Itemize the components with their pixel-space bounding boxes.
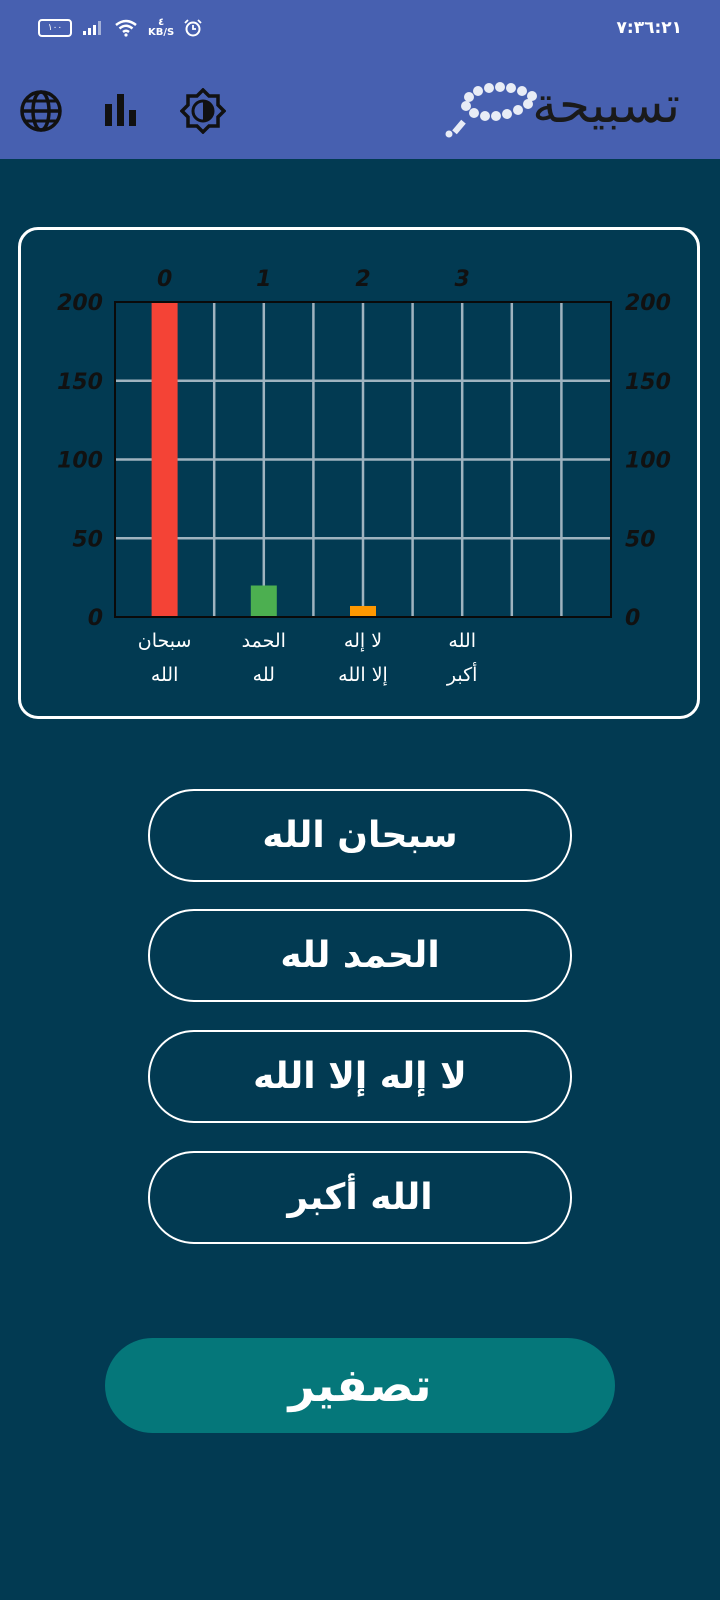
subhanallah-button[interactable]: سبحان الله [148,789,572,882]
x-top-tick-label: 1 [256,267,271,292]
wifi-icon [115,19,137,37]
brightness-icon[interactable] [180,88,226,134]
x-category-label: أكبر [446,662,478,686]
x-category-label: الحمد [242,630,286,652]
x-top-tick-label: 2 [355,267,370,292]
reset-button[interactable]: تصفير [105,1338,615,1433]
app-bar: تسبيحة [0,62,720,159]
x-top-tick-label: 0 [157,267,172,292]
bar-chart-icon[interactable] [100,88,146,134]
y-tick-label-left: 100 [57,449,103,474]
app-title: تسبيحة [532,76,680,134]
x-top-tick-label: 3 [455,267,470,292]
prayer-beads-icon [445,82,537,138]
x-category-label: الله [151,664,179,686]
battery-level: ١٠٠ [47,23,63,33]
x-category-label: إلا الله [338,664,388,687]
y-tick-label-left: 150 [57,370,103,395]
bar-3 [350,605,376,617]
network-speed-unit: KB/S [148,27,175,38]
bar-2 [250,585,277,617]
y-tick-label-right: 50 [625,527,656,552]
status-icons: ١٠٠ ٤ KB/S [38,18,202,38]
y-tick-label-right: 100 [625,449,671,474]
globe-icon[interactable] [18,88,64,134]
y-tick-label-left: 0 [88,606,103,631]
tally-bar-chart: 0 0 50 50 100 100 150 150 200 200 0 1 2 3 سبحان الله الح… [57,267,671,687]
x-category-label: سبحان [138,630,192,652]
y-tick-label-right: 150 [625,370,671,395]
alhamdulillah-button[interactable]: الحمد لله [148,909,572,1002]
y-tick-label-left: 200 [57,291,103,316]
tally-chart-card: 0 0 50 50 100 100 150 150 200 200 0 1 2 3 سبحان الله الح… [18,227,700,719]
allahu-akbar-button[interactable]: الله أكبر [148,1151,572,1244]
clock: ٧:٣٦:٢١ [616,18,682,38]
x-category-label: الله [448,630,476,652]
y-tick-label-right: 200 [625,291,671,316]
y-tick-label-left: 50 [72,527,103,552]
status-bar: ١٠٠ ٤ KB/S ٧:٣٦:٢١ [0,0,720,62]
la-ilaha-illallah-button[interactable]: لا إله إلا الله [148,1030,572,1123]
battery-icon: ١٠٠ [38,19,72,37]
signal-icon [83,21,101,35]
bar-1 [151,302,178,617]
x-category-label: لا إله [344,630,382,653]
network-speed: ٤ KB/S [148,18,174,38]
y-tick-label-right: 0 [625,606,640,631]
alarm-icon [184,19,202,37]
x-category-label: لله [253,664,275,686]
